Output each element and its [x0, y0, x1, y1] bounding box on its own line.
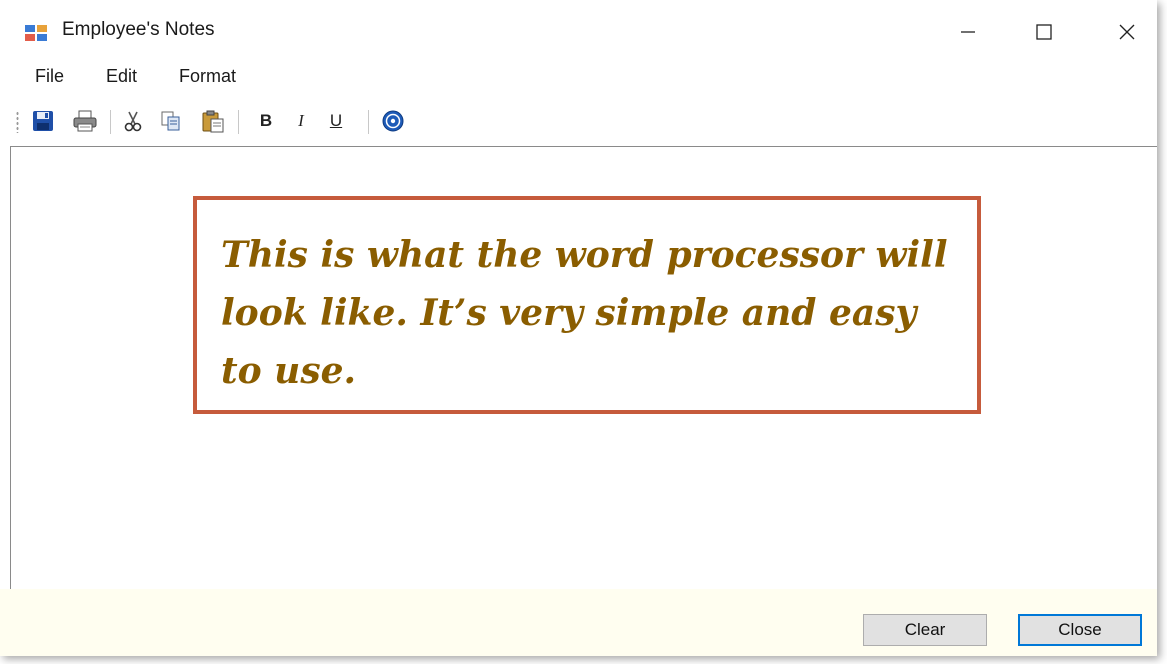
close-icon: [1119, 24, 1135, 40]
toolbar-separator: [368, 110, 369, 134]
menu-edit[interactable]: Edit: [104, 66, 139, 87]
print-icon: [73, 110, 97, 132]
bold-label: B: [259, 111, 273, 130]
help-button[interactable]: [380, 108, 406, 134]
underline-button[interactable]: U: [323, 108, 349, 134]
copy-icon: [161, 111, 180, 131]
app-window: Employee's Notes File Edit Format B I U …: [0, 0, 1157, 656]
toolbar-separator: [110, 110, 111, 134]
italic-label: I: [298, 111, 304, 130]
copy-button[interactable]: [158, 108, 184, 134]
italic-button[interactable]: I: [288, 108, 314, 134]
menu-file[interactable]: File: [33, 66, 66, 87]
minimize-icon: [961, 31, 975, 33]
save-button[interactable]: [30, 108, 56, 134]
callout-text: This is what the word processor will loo…: [221, 234, 948, 392]
cut-button[interactable]: [120, 108, 146, 134]
title-bar[interactable]: Employee's Notes: [0, 0, 1157, 62]
close-button[interactable]: Close: [1018, 614, 1142, 646]
paste-button[interactable]: [200, 108, 226, 134]
minimize-button[interactable]: [945, 10, 991, 54]
menu-bar: File Edit Format: [0, 62, 1157, 94]
clear-button[interactable]: Clear: [863, 614, 987, 646]
bold-button[interactable]: B: [253, 108, 279, 134]
annotation-callout: This is what the word processor will loo…: [193, 196, 981, 414]
cut-icon: [124, 111, 142, 132]
help-icon: [382, 110, 404, 132]
window-title: Employee's Notes: [62, 19, 215, 40]
print-button[interactable]: [72, 108, 98, 134]
toolbar-grip[interactable]: [16, 111, 19, 133]
toolbar-separator: [238, 110, 239, 134]
close-window-button[interactable]: [1104, 10, 1150, 54]
paste-icon: [202, 110, 224, 133]
menu-format[interactable]: Format: [177, 66, 238, 87]
maximize-button[interactable]: [1021, 10, 1067, 54]
maximize-icon: [1036, 24, 1052, 40]
underline-label: U: [329, 111, 343, 130]
save-icon: [33, 111, 53, 131]
app-window-icon: [25, 25, 47, 41]
